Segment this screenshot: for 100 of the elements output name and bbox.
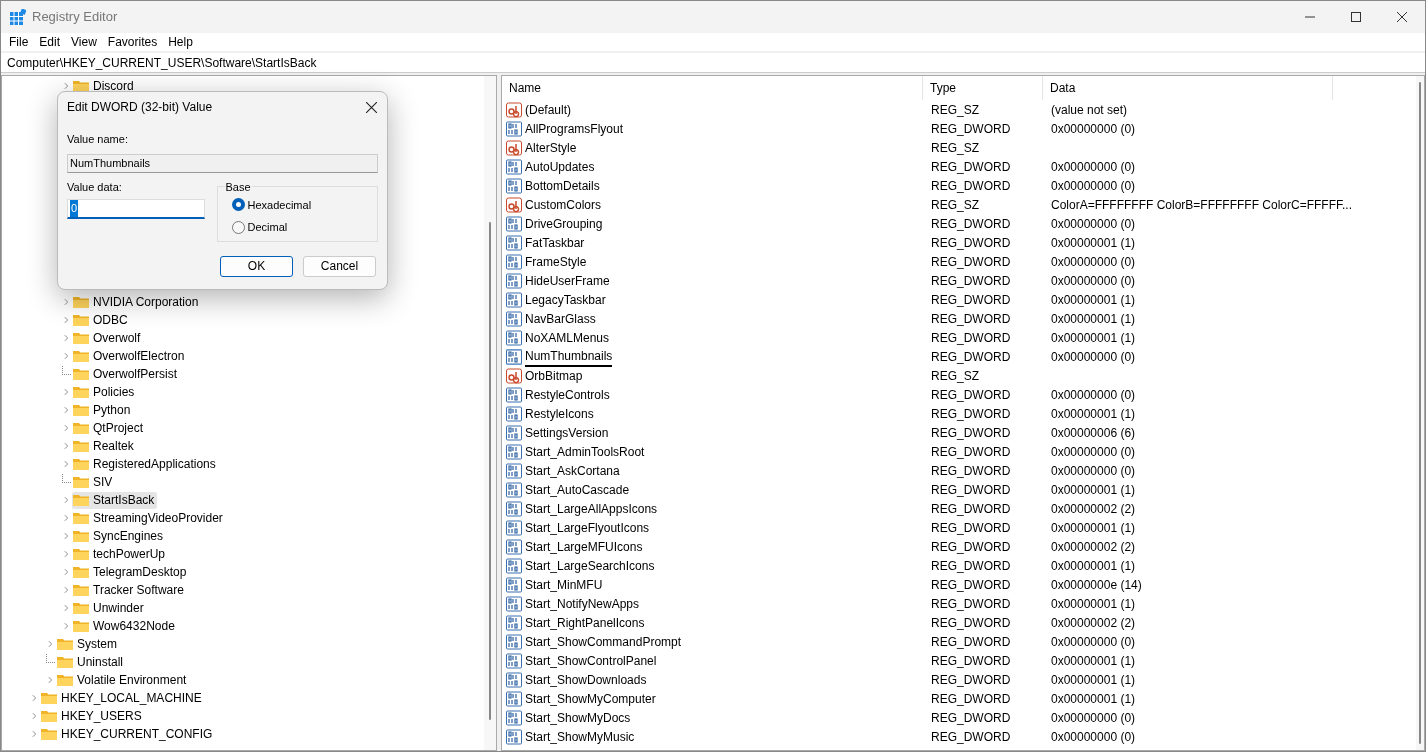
value-name[interactable]: Start_ShowMyMusic xyxy=(525,727,635,746)
chevron-right-icon xyxy=(62,350,71,362)
value-name[interactable]: BottomDetails xyxy=(525,176,600,195)
radio-option[interactable]: Hexadecimal xyxy=(231,196,377,213)
value-name[interactable]: Start_NotifyNewApps xyxy=(525,594,640,613)
value-name[interactable]: Start_ShowCommandPrompt xyxy=(525,632,682,651)
value-name[interactable]: Start_LargeAllAppsIcons xyxy=(525,499,658,518)
tree-item[interactable]: OverwolfPersist xyxy=(62,365,181,383)
folder-icon xyxy=(73,420,89,436)
tree-item[interactable]: Overwolf xyxy=(62,329,144,347)
value-name[interactable]: FatTaskbar xyxy=(525,233,585,252)
value-name[interactable]: Start_ShowControlPanel xyxy=(525,651,657,670)
value-data-field[interactable]: 0 xyxy=(67,199,205,219)
tree-item[interactable]: SIV xyxy=(62,473,116,491)
tree-item[interactable]: HKEY_USERS xyxy=(30,707,145,725)
value-name[interactable]: HideUserFrame xyxy=(525,271,610,290)
value-name[interactable]: NavBarGlass xyxy=(525,309,596,328)
menu-item[interactable]: Favorites xyxy=(102,33,163,51)
value-name[interactable]: DriveGrouping xyxy=(525,214,603,233)
value-name[interactable]: RestyleIcons xyxy=(525,404,594,423)
value-name[interactable]: (Default) xyxy=(525,100,571,119)
chevron-right-icon xyxy=(46,674,55,686)
menu-item[interactable]: File xyxy=(4,33,34,51)
menu-item[interactable]: View xyxy=(66,33,102,51)
value-data: 0x00000001 (1) xyxy=(1051,482,1136,497)
tree-item[interactable]: System xyxy=(46,635,120,653)
dialog-button[interactable]: Cancel xyxy=(303,255,376,277)
tree-item[interactable]: StreamingVideoProvider xyxy=(62,509,226,527)
scrollbar[interactable] xyxy=(484,76,496,750)
folder-icon xyxy=(73,600,89,616)
radio-button[interactable] xyxy=(231,198,245,212)
value-name[interactable]: RestyleControls xyxy=(525,385,610,404)
value-name[interactable]: Start_AutoCascade xyxy=(525,480,630,499)
tree-item[interactable]: NVIDIA Corporation xyxy=(62,293,202,311)
tree-item[interactable]: HKEY_LOCAL_MACHINE xyxy=(30,689,205,707)
value-type: REG_DWORD xyxy=(931,330,1011,345)
tree-item[interactable]: HKEY_CURRENT_CONFIG xyxy=(30,725,216,743)
tree-item[interactable]: Uninstall xyxy=(46,653,127,671)
value-name[interactable]: LegacyTaskbar xyxy=(525,290,606,309)
value-type: REG_DWORD xyxy=(931,273,1011,288)
value-type: REG_SZ xyxy=(931,102,979,117)
tree-item[interactable]: Realtek xyxy=(62,437,137,455)
value-type: REG_DWORD xyxy=(931,254,1011,269)
dialog-title: Edit DWORD (32-bit) Value xyxy=(67,99,213,116)
radio-button[interactable] xyxy=(231,220,245,234)
value-data: 0x00000001 (1) xyxy=(1051,653,1136,668)
column-header[interactable]: Name xyxy=(502,76,923,100)
chevron-right-icon xyxy=(62,440,71,452)
tree-item[interactable]: QtProject xyxy=(62,419,146,437)
folder-icon xyxy=(73,456,89,472)
value-type: REG_DWORD xyxy=(931,577,1011,592)
value-name[interactable]: Start_LargeSearchIcons xyxy=(525,556,655,575)
value-name[interactable]: AutoUpdates xyxy=(525,157,595,176)
tree-item[interactable]: Wow6432Node xyxy=(62,617,178,635)
close-button[interactable] xyxy=(363,99,379,115)
menu-item[interactable]: Edit xyxy=(34,33,66,51)
column-header[interactable]: Data xyxy=(1043,76,1333,100)
value-name[interactable]: Start_LargeMFUIcons xyxy=(525,537,643,556)
value-name[interactable]: Start_ShowMyDocs xyxy=(525,708,631,727)
value-name[interactable]: Start_LargeFlyoutIcons xyxy=(525,518,650,537)
value-type: REG_DWORD xyxy=(931,729,1011,744)
close-icon xyxy=(365,101,377,113)
chevron-right-icon xyxy=(62,512,71,524)
tree-item[interactable]: Python xyxy=(62,401,134,419)
value-name[interactable]: SettingsVersion xyxy=(525,423,609,442)
tree-item[interactable]: RegisteredApplications xyxy=(62,455,219,473)
tree-item[interactable]: Tracker Software xyxy=(62,581,187,599)
value-name[interactable]: Start_MinMFU xyxy=(525,575,603,594)
column-header[interactable]: Type xyxy=(923,76,1043,100)
radio-option[interactable]: Decimal xyxy=(231,219,377,236)
folder-icon xyxy=(73,330,89,346)
value-name[interactable]: Start_ShowMyComputer xyxy=(525,689,656,708)
dialog-button[interactable]: OK xyxy=(220,255,293,277)
tree-item[interactable]: techPowerUp xyxy=(62,545,169,563)
value-name[interactable]: AlterStyle xyxy=(525,138,577,157)
value-name[interactable]: Start_AskCortana xyxy=(525,461,620,480)
tree-item[interactable]: TelegramDesktop xyxy=(62,563,190,581)
value-name[interactable]: AllProgramsFlyout xyxy=(525,119,624,138)
tree-item[interactable]: Volatile Environment xyxy=(46,671,190,689)
folder-icon xyxy=(73,366,89,382)
value-name[interactable]: NoXAMLMenus xyxy=(525,328,610,347)
tree-item[interactable]: ODBC xyxy=(62,311,131,329)
scrollbar[interactable] xyxy=(1416,76,1424,750)
value-name[interactable]: FrameStyle xyxy=(525,252,587,271)
value-name-field[interactable]: NumThumbnails xyxy=(67,153,378,173)
value-name[interactable]: OrbBitmap xyxy=(525,366,583,385)
tree-item[interactable]: SyncEngines xyxy=(62,527,167,545)
value-name[interactable]: Start_RightPanelIcons xyxy=(525,613,645,632)
chevron-right-icon xyxy=(62,404,71,416)
value-name[interactable]: Start_ShowDownloads xyxy=(525,670,647,689)
value-type: REG_DWORD xyxy=(931,121,1011,136)
tree-item[interactable]: OverwolfElectron xyxy=(62,347,188,365)
folder-icon xyxy=(41,708,57,724)
tree-item[interactable]: Policies xyxy=(62,383,138,401)
value-name[interactable]: NumThumbnails xyxy=(525,346,613,367)
tree-item[interactable]: Unwinder xyxy=(62,599,147,617)
chevron-right-icon xyxy=(62,332,71,344)
value-name[interactable]: CustomColors xyxy=(525,195,602,214)
value-name[interactable]: Start_AdminToolsRoot xyxy=(525,442,645,461)
menu-item[interactable]: Help xyxy=(163,33,198,51)
